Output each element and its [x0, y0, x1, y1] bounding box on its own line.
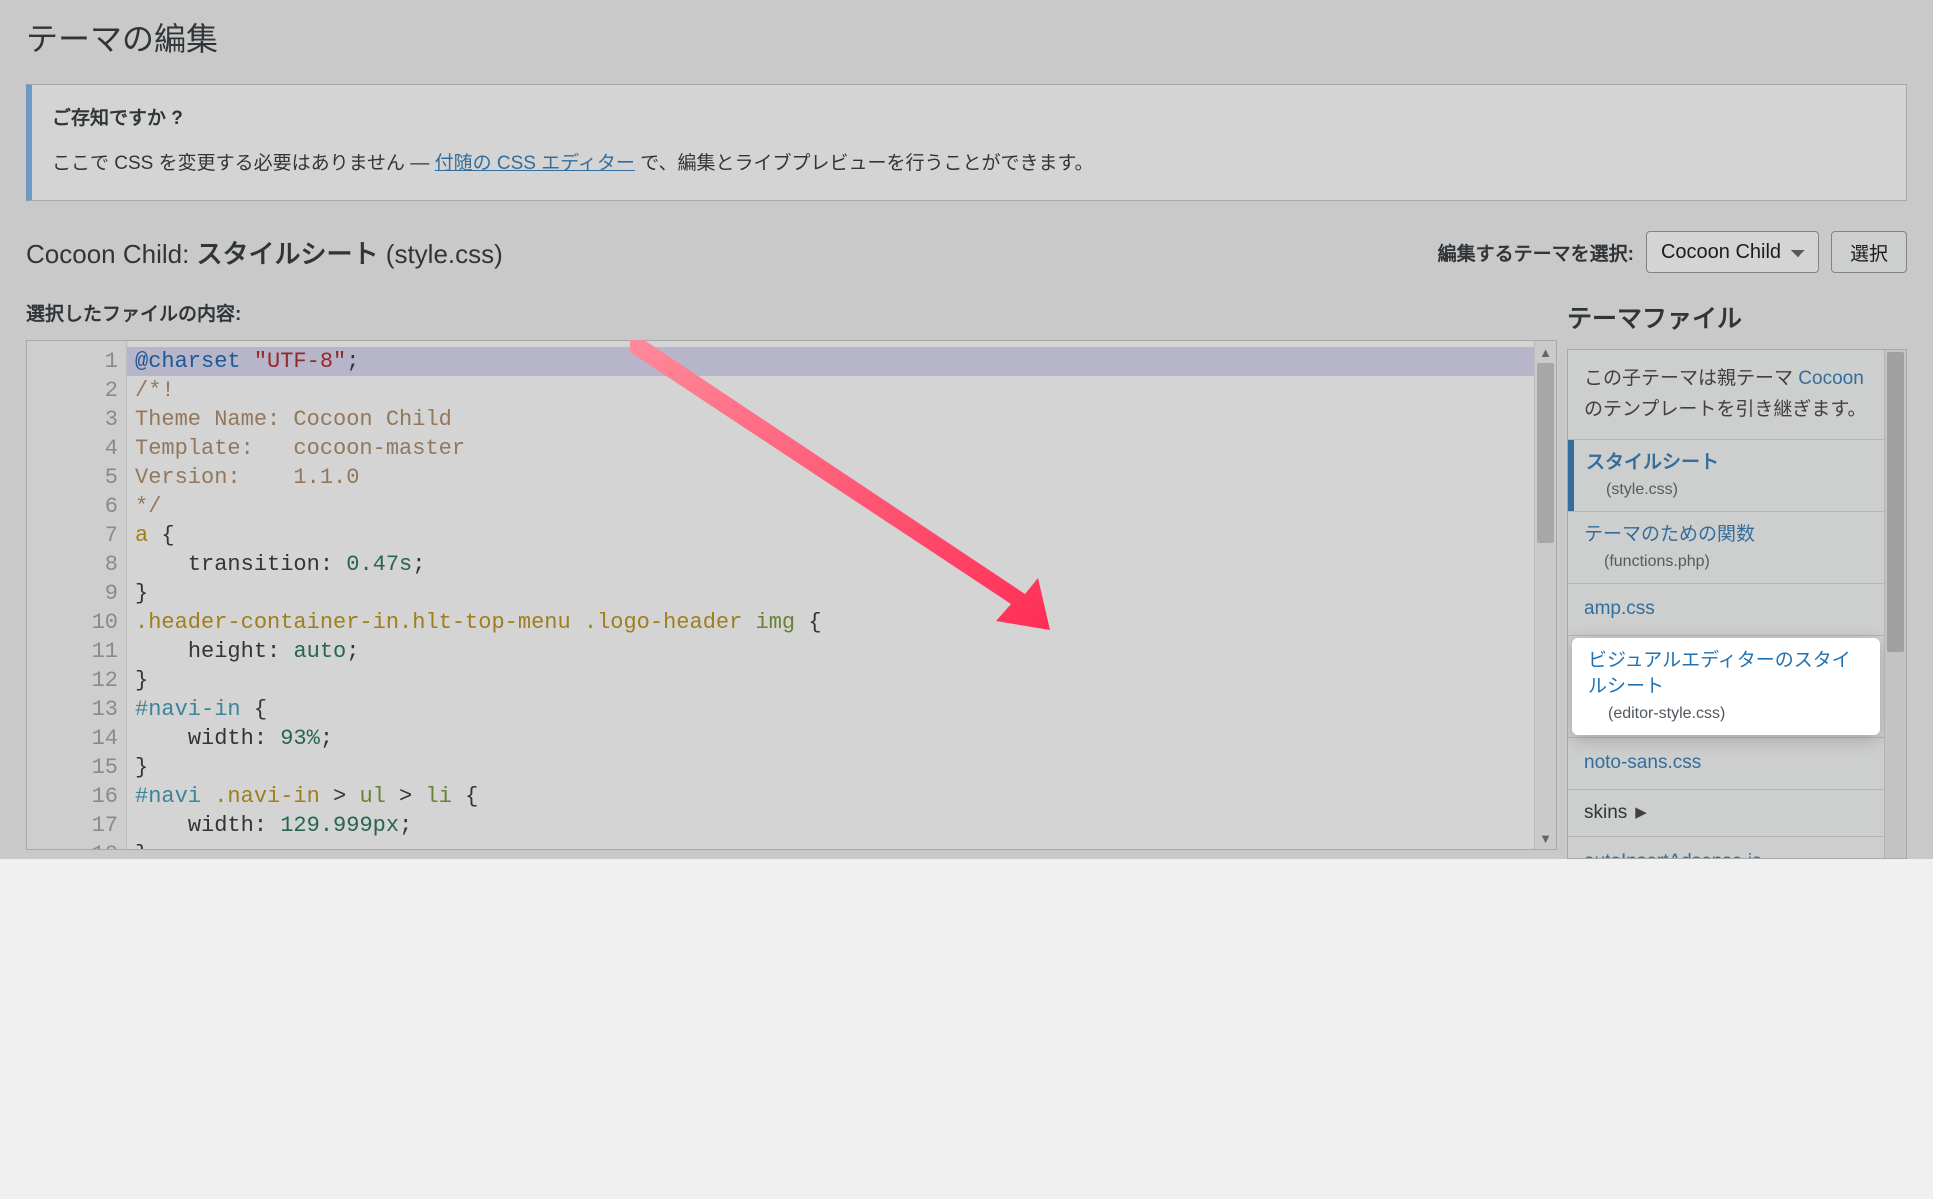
- file-item[interactable]: スタイルシート (style.css): [1568, 440, 1884, 511]
- notice-text-before: ここで CSS を変更する必要はありません —: [52, 153, 435, 174]
- parent-note-after: のテンプレートを引き継ぎます。: [1584, 399, 1867, 420]
- files-scroll-thumb[interactable]: [1887, 352, 1904, 652]
- file-label: ビジュアルエディターのスタイルシート: [1588, 650, 1851, 698]
- line-gutter: 123456789101112131415161718: [27, 341, 127, 849]
- file-heading: Cocoon Child: スタイルシート (style.css): [26, 234, 503, 271]
- editor-scrollbar[interactable]: ▲ ▼: [1534, 341, 1556, 849]
- theme-select[interactable]: Cocoon Child: [1646, 231, 1819, 273]
- select-button[interactable]: 選択: [1831, 231, 1907, 273]
- file-sub: (functions.php): [1584, 551, 1868, 573]
- file-item[interactable]: テーマのための関数 (functions.php): [1568, 512, 1884, 583]
- files-panel: この子テーマは親テーマ Cocoon のテンプレートを引き継ぎます。 スタイルシ…: [1567, 349, 1907, 859]
- file-sub: (style.css): [1586, 479, 1868, 501]
- page-title: テーマの編集: [26, 0, 1907, 78]
- file-label: スタイルシート: [1586, 452, 1719, 473]
- chevron-right-icon: ▶: [1635, 802, 1647, 823]
- file-item[interactable]: skins ▶: [1568, 790, 1884, 837]
- file-header-row: Cocoon Child: スタイルシート (style.css) 編集するテー…: [26, 231, 1907, 273]
- parent-theme-link[interactable]: Cocoon: [1798, 368, 1864, 389]
- code-editor[interactable]: 123456789101112131415161718 @charset "UT…: [26, 340, 1557, 850]
- file-list: スタイルシート (style.css) テーマのための関数 (functions.ph…: [1568, 439, 1884, 858]
- file-name: (style.css): [386, 239, 503, 269]
- file-sub: (editor-style.css): [1588, 703, 1864, 725]
- file-item[interactable]: amp.css: [1568, 584, 1884, 635]
- file-item[interactable]: noto-sans.css: [1568, 738, 1884, 789]
- file-item[interactable]: ビジュアルエディターのスタイルシート (editor-style.css): [1572, 638, 1880, 736]
- css-editor-link[interactable]: 付随の CSS エディター: [435, 153, 635, 174]
- content-label: 選択したファイルの内容:: [26, 299, 1557, 326]
- notice-title: ご存知ですか ?: [52, 103, 1886, 130]
- scroll-up-icon[interactable]: ▲: [1535, 341, 1556, 363]
- file-label: autoInsertAdsense.js: [1584, 851, 1761, 858]
- parent-theme-note: この子テーマは親テーマ Cocoon のテンプレートを引き継ぎます。: [1568, 350, 1884, 439]
- files-scrollbar[interactable]: [1884, 350, 1906, 858]
- theme-selector-group: 編集するテーマを選択: Cocoon Child 選択: [1438, 231, 1907, 273]
- scroll-thumb[interactable]: [1537, 363, 1554, 543]
- sidebar-title: テーマファイル: [1567, 299, 1907, 335]
- theme-name: Cocoon Child:: [26, 239, 189, 269]
- code-area[interactable]: @charset "UTF-8";/*!Theme Name: Cocoon C…: [127, 341, 1534, 849]
- notice-text-after: で、編集とライブプレビューを行うことができます。: [635, 153, 1094, 174]
- file-label: noto-sans.css: [1584, 752, 1701, 773]
- folder-label: skins: [1584, 802, 1627, 823]
- theme-select-label: 編集するテーマを選択:: [1438, 239, 1634, 266]
- notice-body: ここで CSS を変更する必要はありません — 付随の CSS エディター で、…: [52, 148, 1886, 180]
- file-label: amp.css: [1584, 598, 1655, 619]
- file-item[interactable]: autoInsertAdsense.js: [1568, 837, 1884, 858]
- file-label: テーマのための関数: [1584, 524, 1755, 545]
- parent-note-before: この子テーマは親テーマ: [1584, 368, 1798, 389]
- file-label: スタイルシート: [197, 239, 379, 269]
- scroll-down-icon[interactable]: ▼: [1535, 827, 1556, 849]
- info-notice: ご存知ですか ? ここで CSS を変更する必要はありません — 付随の CSS…: [26, 84, 1907, 201]
